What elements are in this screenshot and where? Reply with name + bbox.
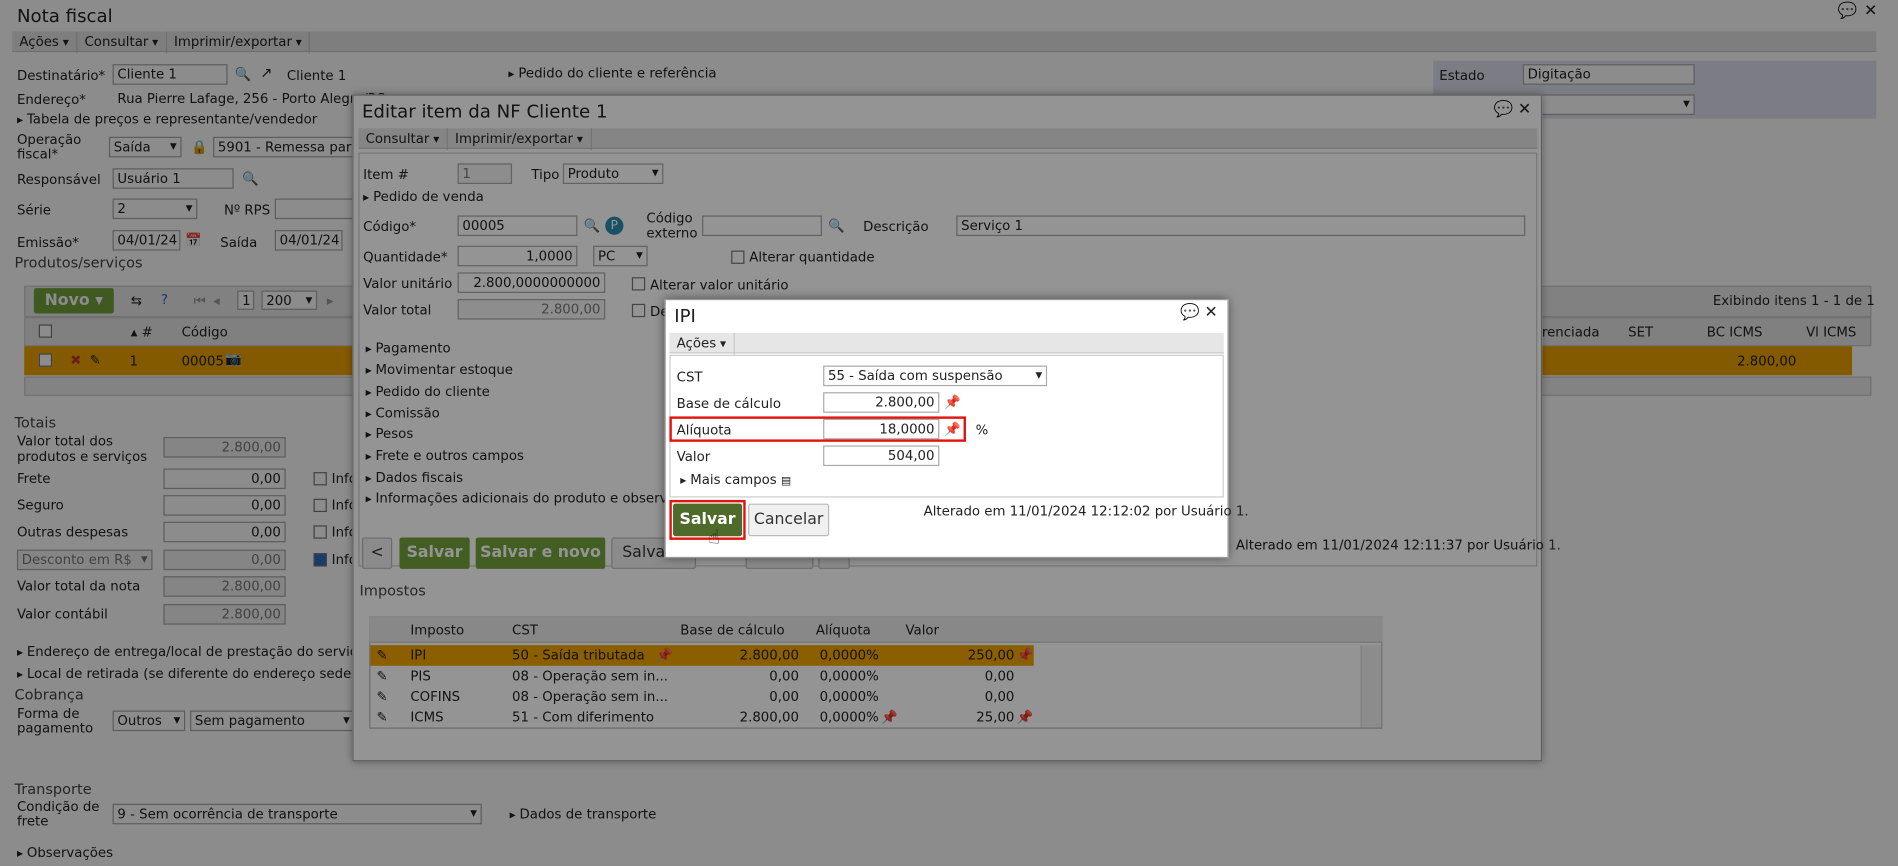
ipi-alterado-text: Alterado em 11/01/2024 12:12:02 por Usuá… — [923, 503, 1249, 520]
ipi-dialog-menu: Ações — [669, 332, 1224, 355]
cursor-icon: ☝ — [708, 525, 720, 549]
close-icon[interactable]: ✕ — [1204, 305, 1217, 321]
valor-label: Valor — [676, 449, 711, 465]
ipi-dialog-title: IPI — [674, 305, 696, 327]
base-calculo-label: Base de cálculo — [676, 395, 781, 412]
base-calculo-input[interactable]: 2.800,00 — [823, 392, 940, 413]
cst-select[interactable]: 55 - Saída com suspensão — [823, 365, 1048, 387]
mais-campos-toggle[interactable]: Mais campos ▤ — [680, 472, 791, 488]
aliquota-highlight — [669, 416, 966, 442]
pin-icon[interactable]: 📌 — [944, 396, 961, 409]
valor-input[interactable]: 504,00 — [823, 445, 940, 467]
ipi-cancelar-button[interactable]: Cancelar — [748, 503, 830, 537]
cst-label: CST — [676, 369, 703, 385]
menu-acoes[interactable]: Ações — [669, 332, 735, 355]
comment-icon[interactable]: 💬 — [1180, 305, 1200, 321]
percent-label: % — [975, 422, 989, 439]
mais-campos-icon: ▤ — [780, 475, 792, 488]
